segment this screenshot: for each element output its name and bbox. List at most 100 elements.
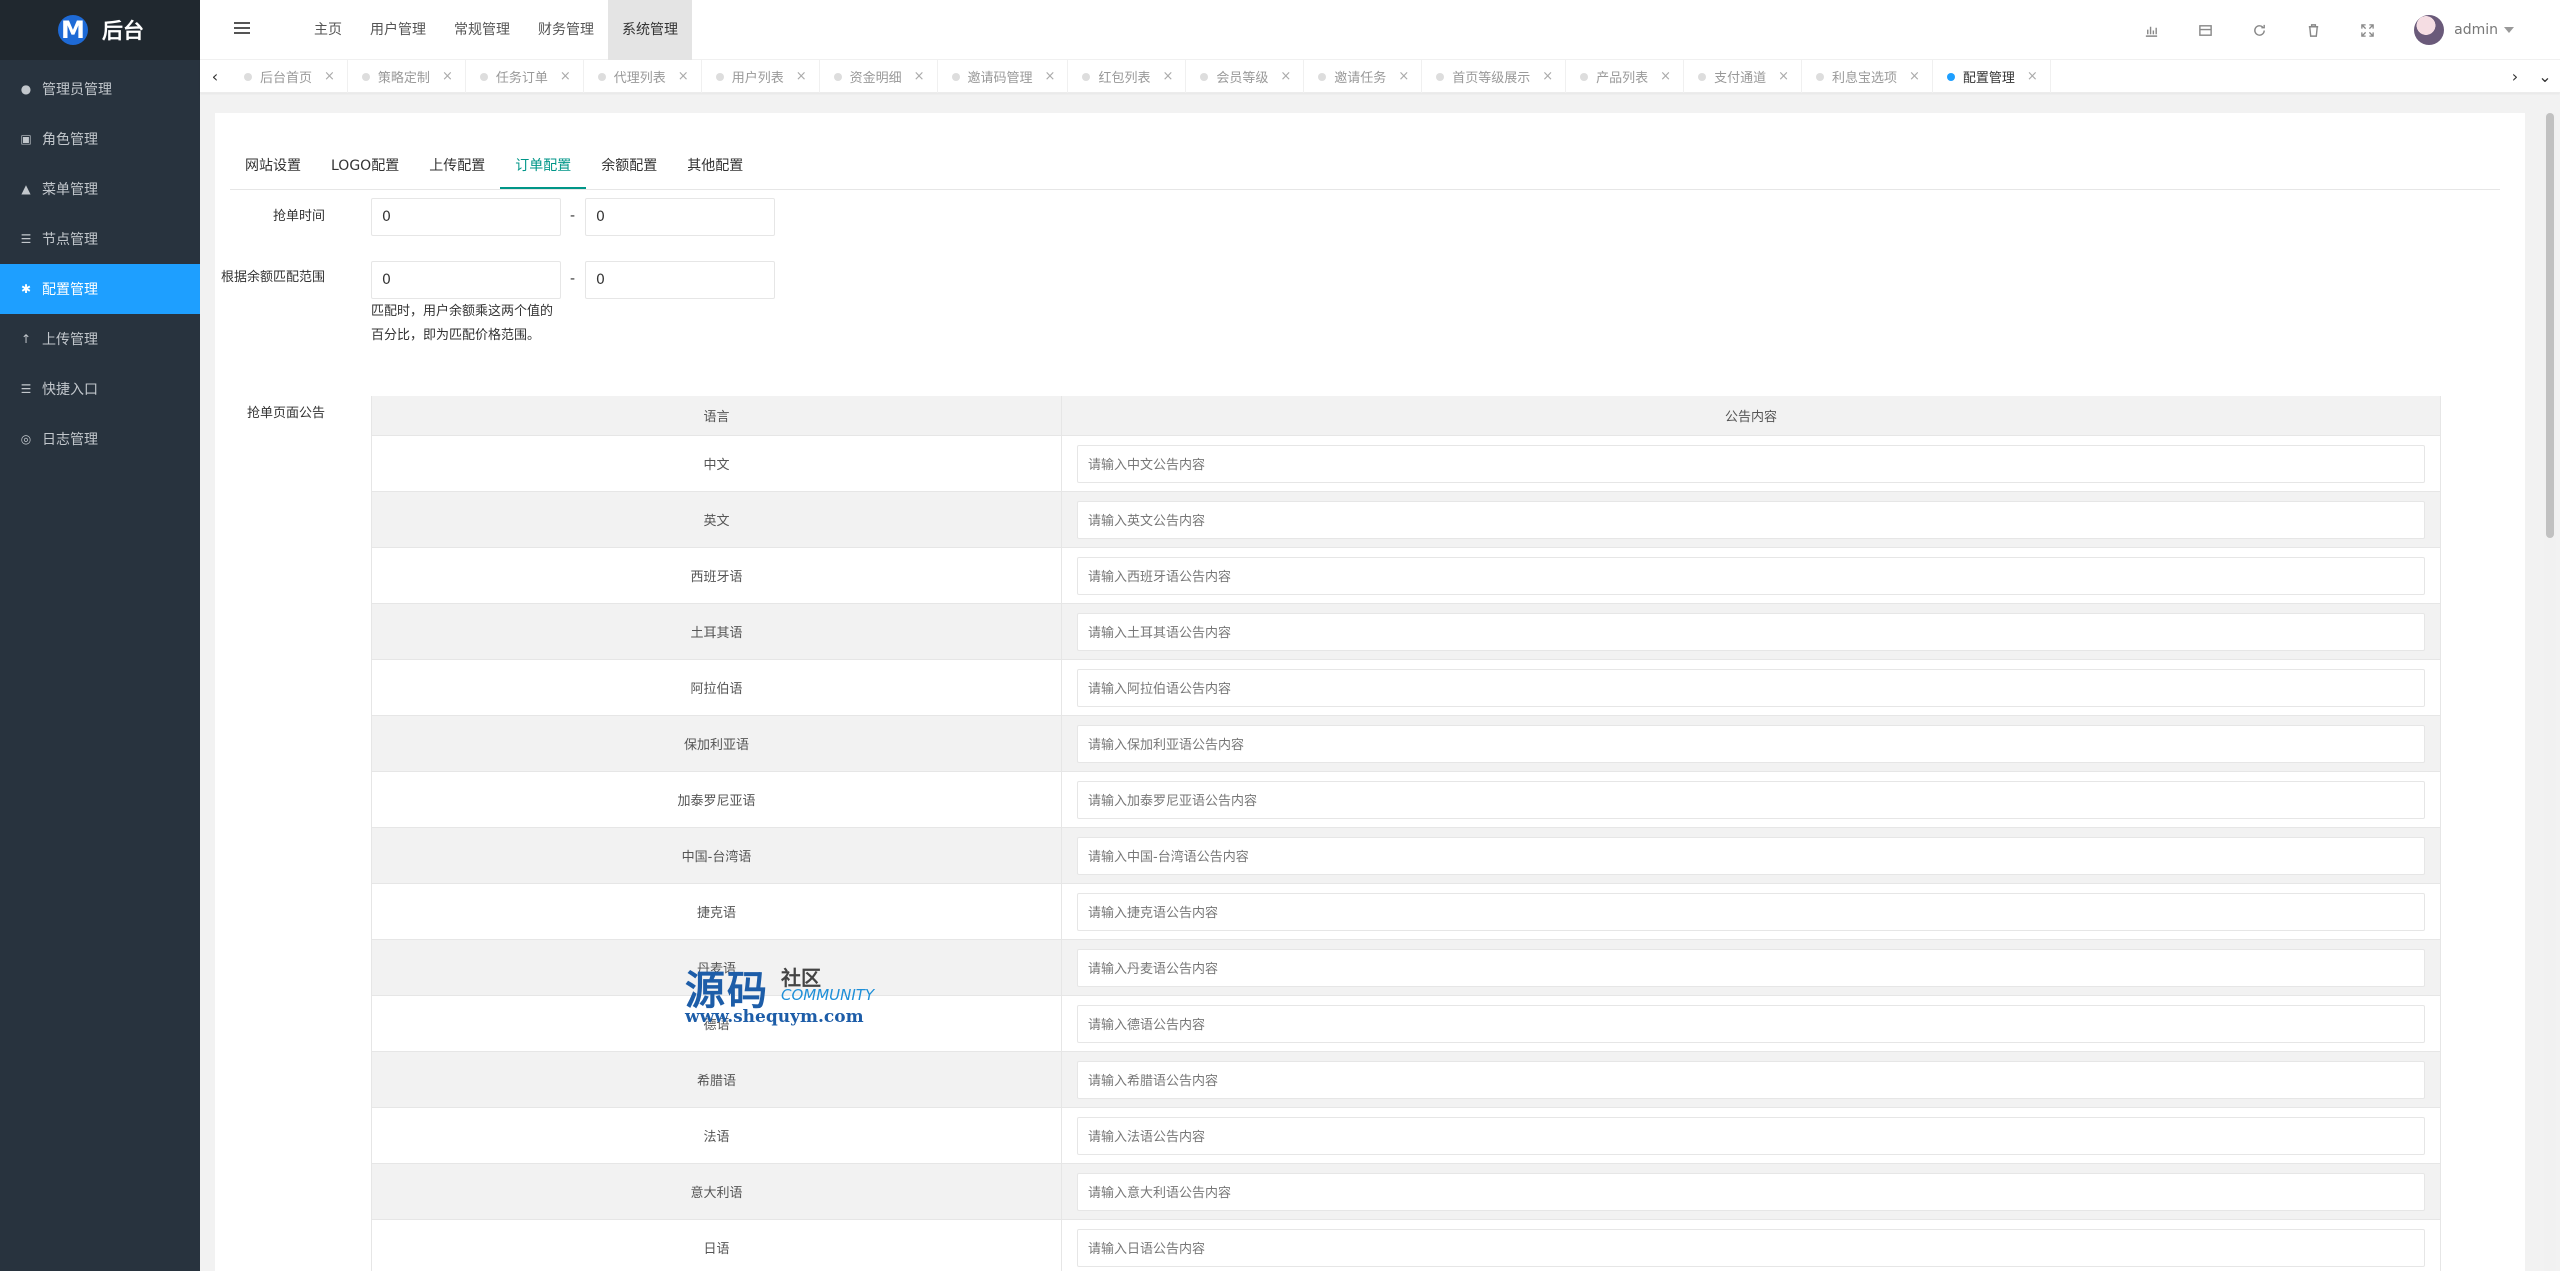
close-icon[interactable]: ×	[678, 69, 689, 84]
chevron-left-icon[interactable]: ‹	[200, 60, 230, 93]
sidebar-item-7[interactable]: ◎ 日志管理	[0, 414, 200, 464]
page-tab[interactable]: 会员等级 ×	[1186, 60, 1305, 93]
chart-icon[interactable]	[2124, 23, 2178, 38]
top-nav-item[interactable]: 常规管理	[440, 0, 524, 60]
scrollbar-thumb[interactable]	[2546, 113, 2554, 538]
notice-content-input[interactable]: 请输入法语公告内容	[1077, 1116, 2425, 1155]
notice-content-input[interactable]: 请输入中国-台湾语公告内容	[1077, 836, 2425, 875]
sidebar-item-0[interactable]: ● 管理员管理	[0, 64, 200, 114]
notice-content-input[interactable]: 请输入土耳其语公告内容	[1077, 612, 2425, 651]
tab-dot-icon	[715, 72, 724, 81]
column-header-language: 语言	[372, 396, 1062, 435]
balance-range-from-input[interactable]	[371, 261, 561, 299]
config-tab[interactable]: 余额配置	[586, 143, 672, 189]
close-icon[interactable]: ×	[442, 69, 453, 84]
notice-content-input[interactable]: 请输入日语公告内容	[1077, 1228, 2425, 1267]
menu-toggle-icon[interactable]	[234, 22, 250, 36]
top-nav-item[interactable]: 系统管理	[608, 0, 692, 60]
top-nav-item[interactable]: 用户管理	[356, 0, 440, 60]
language-cell: 英文	[372, 492, 1062, 547]
close-icon[interactable]: ×	[914, 69, 925, 84]
close-icon[interactable]: ×	[1660, 69, 1671, 84]
sidebar-item-6[interactable]: ☰ 快捷入口	[0, 364, 200, 414]
refresh-icon[interactable]	[2232, 23, 2286, 38]
table-row: 希腊语 请输入希腊语公告内容	[372, 1052, 2440, 1108]
notice-content-input[interactable]: 请输入捷克语公告内容	[1077, 892, 2425, 931]
sidebar-item-3[interactable]: ☰ 节点管理	[0, 214, 200, 264]
notice-content-input[interactable]: 请输入保加利亚语公告内容	[1077, 724, 2425, 763]
sidebar-item-5[interactable]: ↑ 上传管理	[0, 314, 200, 364]
top-nav-item[interactable]: 财务管理	[524, 0, 608, 60]
close-icon[interactable]: ×	[1542, 69, 1553, 84]
balance-range-label: 根据余额匹配范围	[220, 270, 325, 285]
close-icon[interactable]: ×	[1909, 69, 1920, 84]
logo[interactable]: M 后台	[0, 0, 200, 60]
notice-content-cell: 请输入捷克语公告内容	[1062, 884, 2440, 939]
trash-icon[interactable]	[2286, 23, 2340, 38]
page-tab[interactable]: 利息宝选项 ×	[1802, 60, 1933, 93]
tab-dot-icon	[479, 72, 488, 81]
top-nav-item[interactable]: 主页	[300, 0, 356, 60]
table-row: 日语 请输入日语公告内容	[372, 1220, 2440, 1271]
balance-range-to-input[interactable]	[585, 261, 775, 299]
avatar[interactable]	[2414, 15, 2445, 45]
page-tab[interactable]: 配置管理 ×	[1933, 60, 2051, 93]
config-tab[interactable]: LOGO配置	[316, 143, 414, 189]
notice-content-cell: 请输入土耳其语公告内容	[1062, 604, 2440, 659]
close-icon[interactable]: ×	[1162, 69, 1173, 84]
notice-content-input[interactable]: 请输入中文公告内容	[1077, 444, 2425, 483]
page-tab[interactable]: 产品列表 ×	[1566, 60, 1685, 93]
page-tab[interactable]: 邀请任务 ×	[1304, 60, 1423, 93]
close-icon[interactable]: ×	[324, 69, 335, 84]
sidebar-item-4[interactable]: ✱ 配置管理	[0, 264, 200, 314]
grab-time-from-input[interactable]	[371, 198, 561, 236]
page-tab[interactable]: 支付通道 ×	[1684, 60, 1802, 93]
page-tab[interactable]: 首页等级展示 ×	[1422, 60, 1567, 93]
close-icon[interactable]: ×	[1280, 69, 1291, 84]
user-name[interactable]: admin	[2454, 22, 2498, 38]
page-tab[interactable]: 资金明细 ×	[820, 60, 938, 93]
chevron-right-icon[interactable]: ›	[2500, 60, 2530, 93]
close-icon[interactable]: ×	[1778, 69, 1789, 84]
notice-content-input[interactable]: 请输入英文公告内容	[1077, 500, 2425, 539]
page-tab[interactable]: 用户列表 ×	[702, 60, 820, 93]
page-tab[interactable]: 策略定制 ×	[348, 60, 466, 93]
chevron-down-icon[interactable]: ⌄	[2530, 60, 2560, 93]
tab-label: 配置管理	[1962, 71, 2015, 86]
sidebar-item-2[interactable]: ▲ 菜单管理	[0, 164, 200, 214]
page-tab[interactable]: 红包列表 ×	[1068, 60, 1187, 93]
close-icon[interactable]: ×	[560, 69, 571, 84]
language-cell: 捷克语	[372, 884, 1062, 939]
page-tab[interactable]: 邀请码管理 ×	[938, 60, 1069, 93]
config-tab[interactable]: 订单配置	[500, 143, 587, 189]
config-tab[interactable]: 上传配置	[414, 143, 500, 189]
close-icon[interactable]: ×	[2027, 69, 2038, 84]
page-tab[interactable]: 代理列表 ×	[584, 60, 702, 93]
page-tab[interactable]: 任务订单 ×	[466, 60, 584, 93]
notice-content-input[interactable]: 请输入德语公告内容	[1077, 1004, 2425, 1043]
chevron-down-icon[interactable]	[2504, 27, 2514, 33]
notice-content-input[interactable]: 请输入希腊语公告内容	[1077, 1060, 2425, 1099]
sidebar-item-1[interactable]: ▣ 角色管理	[0, 114, 200, 164]
notice-content-input[interactable]: 请输入加泰罗尼亚语公告内容	[1077, 780, 2425, 819]
close-icon[interactable]: ×	[1045, 69, 1056, 84]
sidebar-item-label: 管理员管理	[42, 82, 112, 98]
notice-content-input[interactable]: 请输入西班牙语公告内容	[1077, 556, 2425, 595]
language-cell: 阿拉伯语	[372, 660, 1062, 715]
table-row: 法语 请输入法语公告内容	[372, 1108, 2440, 1164]
notice-content-input[interactable]: 请输入丹麦语公告内容	[1077, 948, 2425, 987]
notice-content-input[interactable]: 请输入阿拉伯语公告内容	[1077, 668, 2425, 707]
close-icon[interactable]: ×	[1398, 69, 1409, 84]
grab-time-to-input[interactable]	[585, 198, 775, 236]
tab-dot-icon	[1436, 72, 1445, 81]
tab-dot-icon	[1200, 72, 1209, 81]
notice-content-input[interactable]: 请输入意大利语公告内容	[1077, 1172, 2425, 1211]
close-icon[interactable]: ×	[796, 69, 807, 84]
config-tab[interactable]: 网站设置	[230, 143, 316, 189]
card-icon[interactable]	[2178, 23, 2232, 38]
table-row: 加泰罗尼亚语 请输入加泰罗尼亚语公告内容	[372, 772, 2440, 828]
scrollbar[interactable]	[2544, 113, 2556, 1271]
config-tab[interactable]: 其他配置	[672, 143, 758, 189]
fullscreen-icon[interactable]	[2340, 23, 2394, 38]
page-tab[interactable]: 后台首页 ×	[230, 60, 348, 93]
